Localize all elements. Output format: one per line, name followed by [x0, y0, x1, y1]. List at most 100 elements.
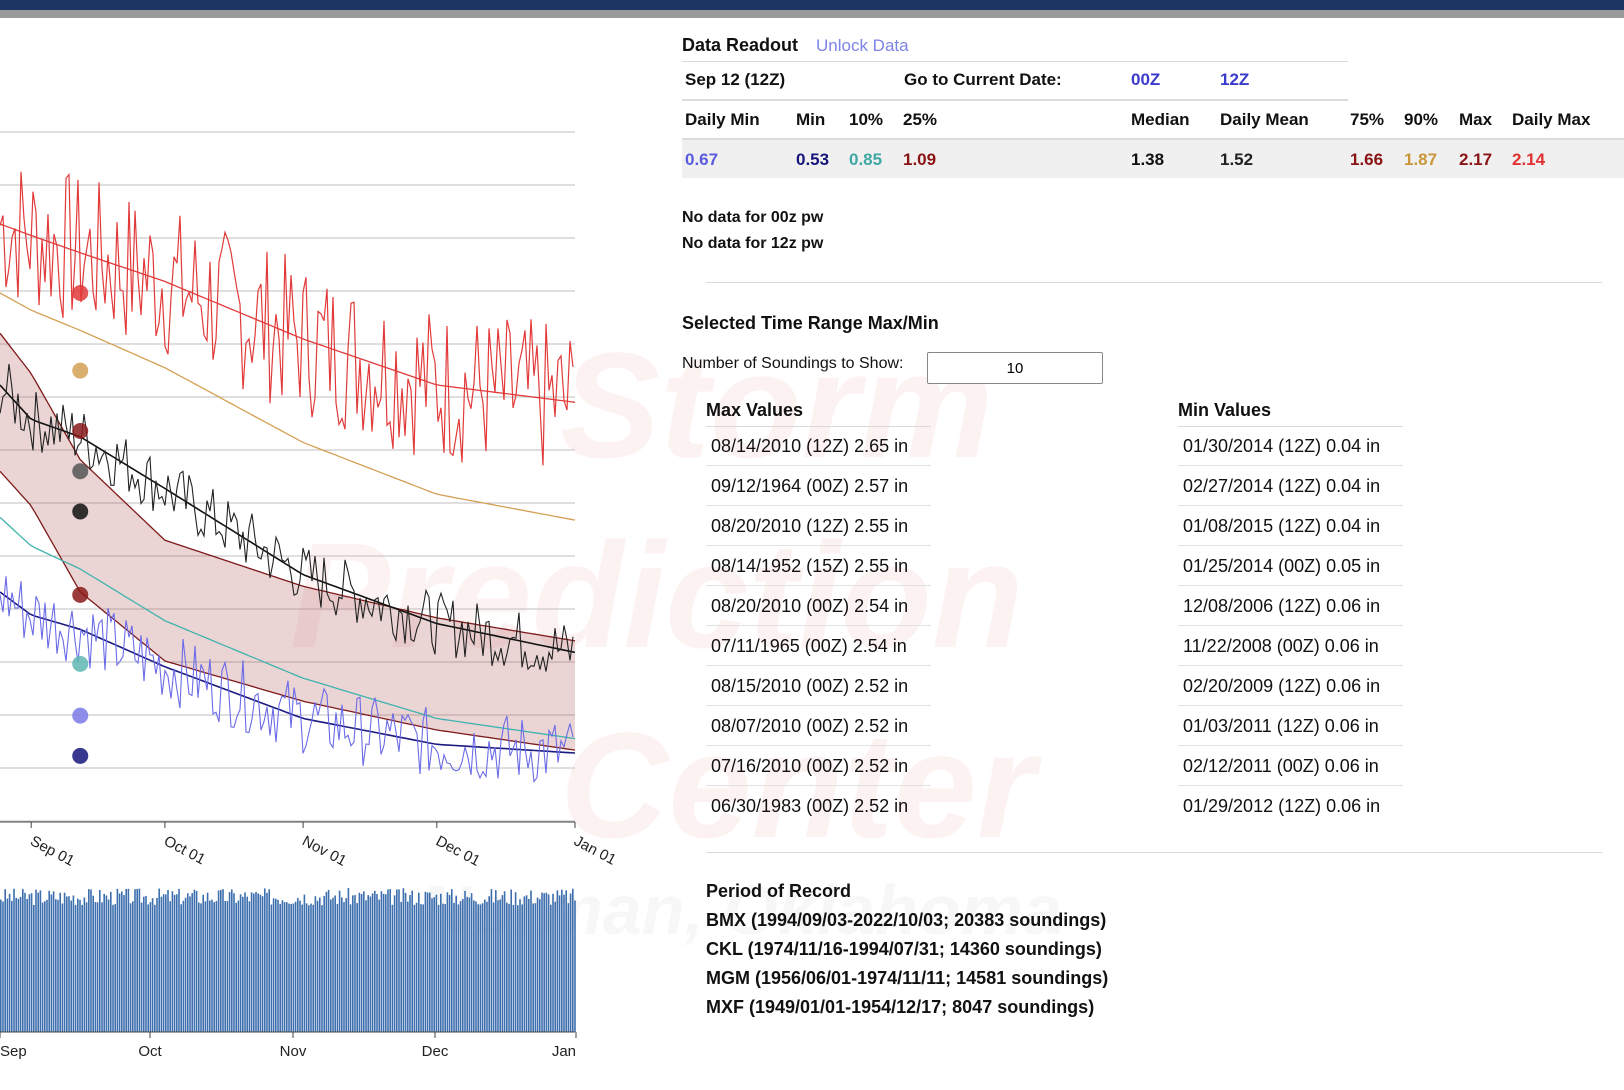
- hist-x-tick-label: Sep: [0, 1043, 27, 1060]
- stat-header: Median: [1131, 110, 1190, 129]
- min-value-row: 02/27/2014 (12Z) 0.04 in: [1178, 466, 1403, 506]
- histogram-bar: [140, 902, 143, 1032]
- histogram-bar: [567, 903, 570, 1032]
- histogram-bar: [341, 897, 343, 1032]
- histogram-bar: [523, 896, 526, 1032]
- histogram-bar: [444, 904, 446, 1032]
- histogram-bar: [371, 893, 374, 1032]
- histogram-bar: [125, 889, 127, 1032]
- histogram-bar: [497, 900, 499, 1032]
- histogram-bar: [422, 904, 424, 1032]
- goto-12z-link[interactable]: 12Z: [1220, 70, 1249, 90]
- histogram-bar: [173, 894, 176, 1032]
- histogram-bar: [369, 896, 372, 1032]
- histogram-bar: [92, 895, 94, 1032]
- histogram-bar: [112, 904, 114, 1032]
- histogram-bar: [68, 896, 70, 1032]
- histogram-bar: [83, 897, 86, 1032]
- histogram-bar: [569, 893, 572, 1032]
- histogram-bar: [508, 903, 510, 1032]
- stat-value-75pct: 1.66: [1350, 150, 1384, 169]
- histogram-bar: [325, 891, 328, 1032]
- histogram-bar: [310, 903, 312, 1032]
- histogram-bar: [374, 890, 376, 1032]
- histogram-bar: [457, 904, 460, 1032]
- histogram-bar: [334, 895, 336, 1032]
- histogram-bar: [189, 896, 191, 1032]
- histogram-bar: [343, 902, 345, 1032]
- stat-value-max: 2.17: [1459, 150, 1493, 169]
- stat-value-daily-max: 2.14: [1512, 150, 1546, 169]
- histogram-bar: [66, 896, 68, 1032]
- x-tick-label: Dec 01: [433, 833, 483, 870]
- histogram-bar: [391, 904, 394, 1032]
- histogram-bar: [475, 901, 477, 1032]
- max-value-row: 09/12/1964 (00Z) 2.57 in: [706, 466, 931, 506]
- goto-current-date-label: Go to Current Date:: [904, 70, 1062, 89]
- selected-date-marker: [72, 503, 89, 520]
- histogram-bar: [481, 903, 484, 1032]
- histogram-bar: [363, 891, 365, 1032]
- stat-value-25pct: 1.09: [903, 150, 937, 169]
- max-value-row: 08/20/2010 (12Z) 2.55 in: [706, 506, 931, 546]
- max-value-row: 07/16/2010 (00Z) 2.52 in: [706, 746, 931, 786]
- x-tick-label: Oct 01: [161, 833, 208, 869]
- histogram-bar: [37, 892, 39, 1032]
- selected-date-marker: [72, 423, 89, 439]
- soundings-count-input[interactable]: [927, 352, 1103, 384]
- histogram-bar: [499, 899, 501, 1032]
- histogram-bar: [561, 889, 563, 1032]
- max-value-row: 07/11/1965 (00Z) 2.54 in: [706, 626, 931, 666]
- histogram-bar: [413, 904, 416, 1032]
- min-value-row: 01/29/2012 (12Z) 0.06 in: [1183, 796, 1381, 816]
- histogram-bar: [217, 890, 220, 1032]
- unlock-data-link[interactable]: Unlock Data: [816, 36, 909, 56]
- histogram-bar: [314, 896, 317, 1032]
- histogram-bar: [136, 888, 138, 1032]
- histogram-bar: [455, 895, 457, 1032]
- histogram-bar: [46, 899, 48, 1032]
- min-value-row: 01/08/2015 (12Z) 0.04 in: [1178, 506, 1403, 546]
- histogram-bar: [198, 902, 200, 1032]
- histogram-bar: [501, 895, 504, 1032]
- histogram-bar: [510, 889, 512, 1032]
- goto-00z-link[interactable]: 00Z: [1131, 70, 1160, 90]
- min-value-row: 12/08/2006 (12Z) 0.06 in: [1178, 586, 1403, 626]
- histogram-bar: [187, 893, 189, 1032]
- histogram-bar: [270, 904, 273, 1032]
- histogram-bar: [211, 899, 213, 1032]
- histogram-bar: [506, 902, 508, 1032]
- stat-value-daily-min: 0.67: [685, 150, 719, 169]
- histogram-bar: [35, 889, 37, 1032]
- histogram-bar: [354, 895, 356, 1032]
- histogram-bar: [283, 902, 286, 1032]
- histogram-bar: [453, 902, 455, 1032]
- histogram-bar: [514, 892, 517, 1032]
- histogram-bar: [48, 890, 50, 1032]
- histogram-bar: [404, 892, 407, 1032]
- histogram-bar: [204, 901, 207, 1032]
- histogram-bar: [468, 897, 471, 1032]
- histogram-bar: [13, 888, 15, 1032]
- histogram-bar: [407, 901, 409, 1032]
- histogram-bar: [24, 892, 26, 1032]
- annual-distribution-chart: Sep Oct Nov Dec Jan: [0, 888, 577, 1060]
- histogram-bar: [308, 905, 310, 1032]
- histogram-bar: [534, 903, 537, 1032]
- pw-climatology-chart[interactable]: Sep 01 Oct 01 Nov 01 Dec 01 Jan 01: [0, 0, 640, 870]
- histogram-bar: [382, 893, 385, 1032]
- histogram-bar: [209, 900, 211, 1032]
- max-value-row: 08/14/2010 (12Z) 2.65 in: [706, 426, 931, 466]
- histogram-bar: [424, 891, 427, 1032]
- min-values-title: Min Values: [1178, 400, 1272, 420]
- histogram-bar: [165, 894, 167, 1032]
- histogram-bar: [39, 890, 42, 1032]
- histogram-bar: [281, 900, 284, 1032]
- histogram-bar: [387, 889, 389, 1032]
- min-value-row: 11/22/2008 (00Z) 0.06 in: [1178, 626, 1403, 666]
- section-divider: [706, 282, 1602, 283]
- histogram-bar: [248, 901, 251, 1032]
- histogram-bar: [431, 898, 433, 1032]
- stat-header: Min: [796, 110, 826, 129]
- histogram-bar: [79, 899, 81, 1032]
